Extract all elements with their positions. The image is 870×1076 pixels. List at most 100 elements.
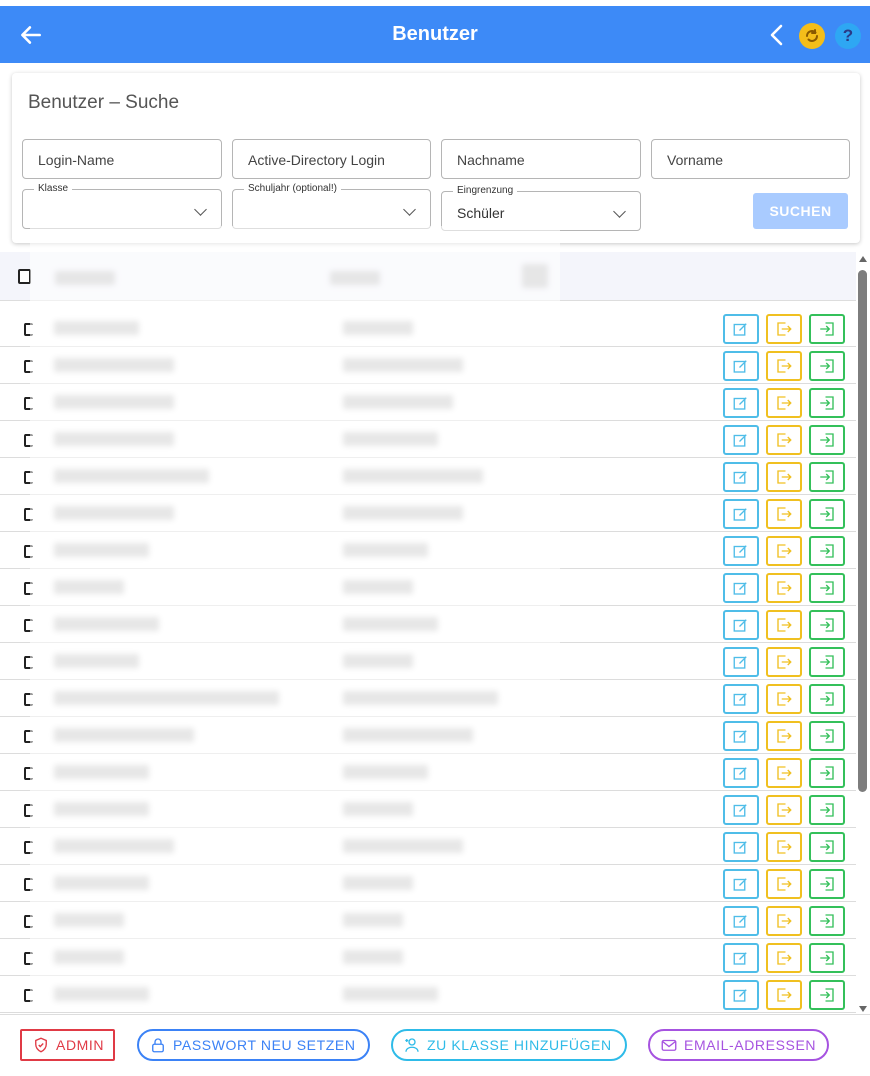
scroll-down-icon[interactable] [859,1006,867,1012]
login-name-input[interactable]: Login-Name [22,139,222,179]
email-addresses-label: EMAIL-ADRESSEN [684,1037,817,1053]
edit-button[interactable] [723,314,759,344]
edit-button[interactable] [723,610,759,640]
page-title: Benutzer [392,23,478,45]
edit-button[interactable] [723,906,759,936]
vorname-input[interactable]: Vorname [651,139,850,179]
edit-button[interactable] [723,684,759,714]
eingrenzung-label: Eingrenzung [453,185,518,197]
logout-button[interactable] [766,869,802,899]
admin-button[interactable]: ADMIN [20,1029,115,1061]
login-button[interactable] [809,462,845,492]
admin-label: ADMIN [56,1037,105,1053]
login-button[interactable] [809,573,845,603]
login-button[interactable] [809,869,845,899]
klasse-label: Klasse [34,183,73,195]
edit-button[interactable] [723,869,759,899]
eingrenzung-value: Schüler [457,205,505,221]
edit-button[interactable] [723,536,759,566]
logout-button[interactable] [766,425,802,455]
edit-button[interactable] [723,499,759,529]
edit-button[interactable] [723,573,759,603]
logout-button[interactable] [766,610,802,640]
add-to-class-button[interactable]: ZU KLASSE HINZUFÜGEN [391,1029,627,1061]
eingrenzung-select[interactable]: Eingrenzung Schüler [441,185,641,231]
edit-button[interactable] [723,388,759,418]
edit-button[interactable] [723,721,759,751]
schuljahr-label: Schuljahr (optional!) [244,183,341,195]
chevron-down-icon [613,205,626,218]
logout-button[interactable] [766,832,802,862]
logout-button[interactable] [766,980,802,1010]
vorname-placeholder: Vorname [667,152,724,168]
login-button[interactable] [809,314,845,344]
lock-icon [152,1038,164,1053]
logout-button[interactable] [766,499,802,529]
logout-button[interactable] [766,684,802,714]
action-footer: ADMIN PASSWORT NEU SETZEN ZU KLASSE HINZ… [0,1014,870,1076]
scrollbar[interactable] [856,252,870,1014]
reset-password-label: PASSWORT NEU SETZEN [173,1037,356,1053]
ad-login-placeholder: Active-Directory Login [248,152,385,168]
klasse-select[interactable]: Klasse [22,183,222,229]
logout-button[interactable] [766,906,802,936]
logout-button[interactable] [766,462,802,492]
logout-button[interactable] [766,351,802,381]
edit-button[interactable] [723,795,759,825]
scroll-up-icon[interactable] [859,256,867,262]
shield-icon [35,1037,47,1053]
login-button[interactable] [809,832,845,862]
logout-button[interactable] [766,573,802,603]
scroll-thumb[interactable] [858,270,867,792]
logout-button[interactable] [766,647,802,677]
logout-button[interactable] [766,536,802,566]
login-button[interactable] [809,795,845,825]
login-button[interactable] [809,425,845,455]
logout-button[interactable] [766,943,802,973]
search-heading: Benutzer – Suche [28,92,180,113]
edit-button[interactable] [723,758,759,788]
logout-button[interactable] [766,314,802,344]
login-button[interactable] [809,647,845,677]
login-name-placeholder: Login-Name [38,152,115,168]
login-button[interactable] [809,906,845,936]
chevron-down-icon [403,203,416,216]
login-button[interactable] [809,943,845,973]
add-to-class-label: ZU KLASSE HINZUFÜGEN [427,1037,612,1053]
edit-button[interactable] [723,943,759,973]
login-button[interactable] [809,610,845,640]
login-button[interactable] [809,758,845,788]
email-addresses-button[interactable]: EMAIL-ADRESSEN [648,1029,829,1061]
nachname-input[interactable]: Nachname [441,139,641,179]
logout-button[interactable] [766,721,802,751]
ad-login-input[interactable]: Active-Directory Login [232,139,431,179]
edit-button[interactable] [723,351,759,381]
reset-password-button[interactable]: PASSWORT NEU SETZEN [137,1029,370,1061]
edit-button[interactable] [723,425,759,455]
schuljahr-select[interactable]: Schuljahr (optional!) [232,183,431,229]
edit-button[interactable] [723,647,759,677]
login-button[interactable] [809,684,845,714]
login-button[interactable] [809,499,845,529]
app-bar: Benutzer ? [0,6,870,63]
chevron-down-icon [194,203,207,216]
privacy-overlay [30,226,560,1012]
search-button[interactable]: SUCHEN [753,193,848,229]
logout-button[interactable] [766,758,802,788]
chevron-left-icon[interactable] [766,23,788,47]
login-button[interactable] [809,388,845,418]
login-button[interactable] [809,351,845,381]
envelope-icon [661,1039,677,1051]
nachname-placeholder: Nachname [457,152,525,168]
logout-button[interactable] [766,388,802,418]
help-icon[interactable]: ? [835,23,861,49]
edit-button[interactable] [723,462,759,492]
logout-button[interactable] [766,795,802,825]
sync-icon[interactable] [799,23,825,49]
edit-button[interactable] [723,980,759,1010]
add-user-icon [405,1038,419,1052]
login-button[interactable] [809,980,845,1010]
login-button[interactable] [809,721,845,751]
login-button[interactable] [809,536,845,566]
edit-button[interactable] [723,832,759,862]
